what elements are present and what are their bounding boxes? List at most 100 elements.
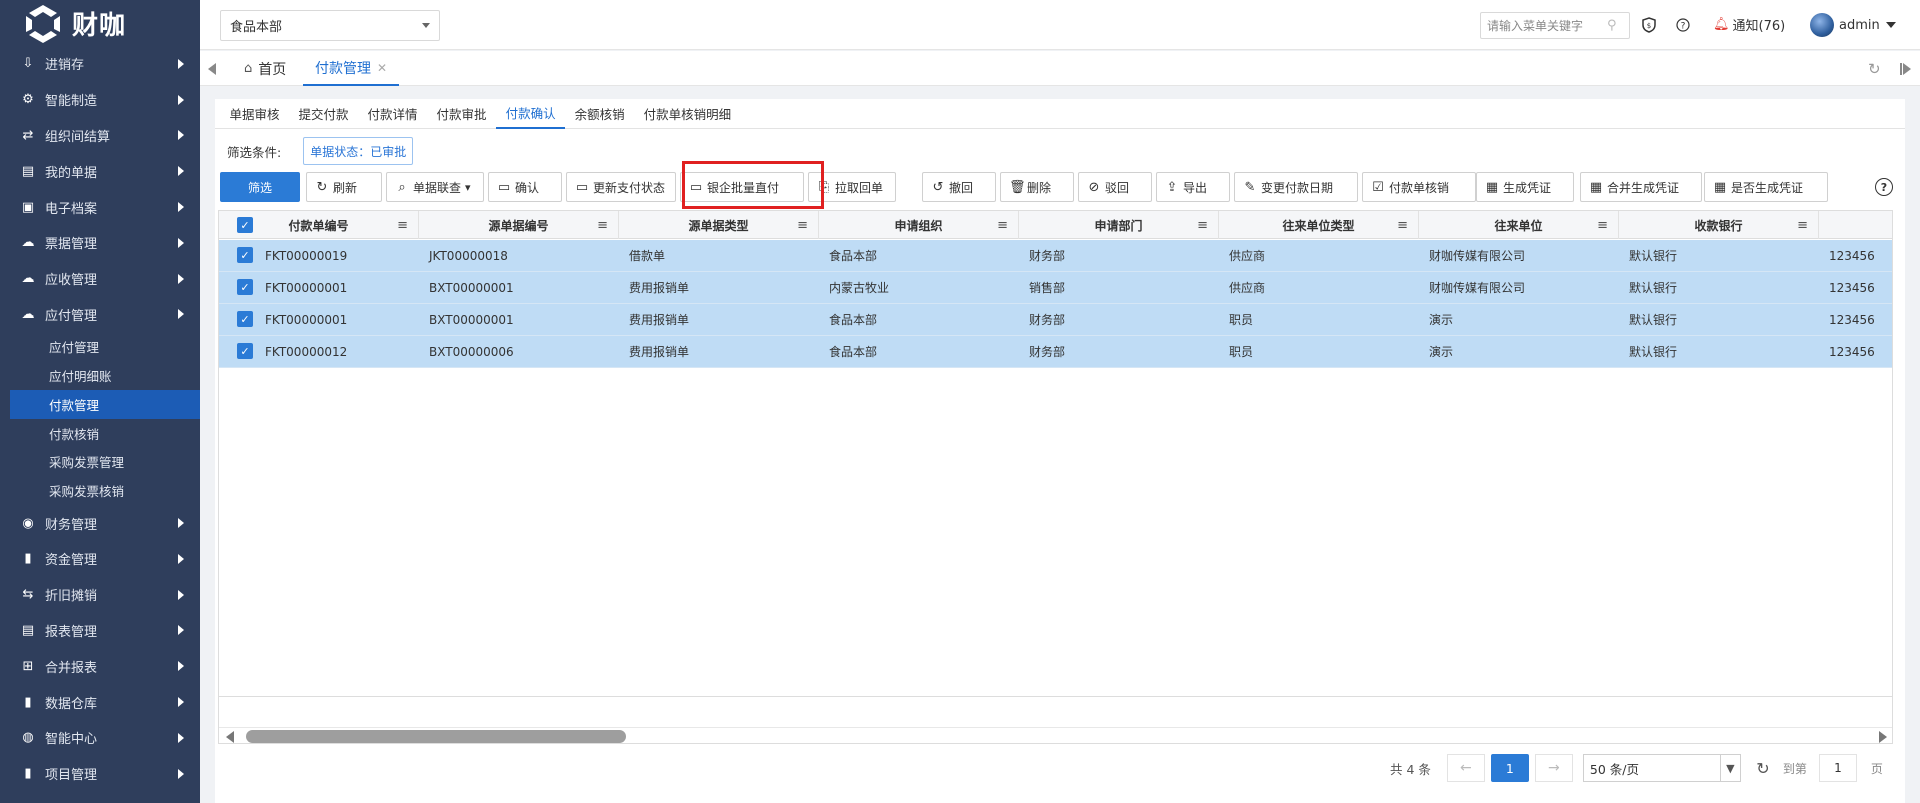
column-header[interactable]: 付款单编号 ≡ bbox=[219, 211, 419, 239]
column-menu-icon[interactable]: ≡ bbox=[597, 218, 608, 233]
bank-batch-pay-button[interactable]: ▭ 银企批量直付 bbox=[680, 172, 804, 202]
sidebar-subitem[interactable]: 付款管理 bbox=[10, 389, 200, 419]
toolbar-button[interactable]: ⌕ 单据联查 ▾ bbox=[386, 172, 484, 202]
column-header[interactable]: 源单据类型 ≡ bbox=[619, 211, 819, 239]
sidebar-item-report[interactable]: ▤ 报表管理 bbox=[0, 613, 200, 649]
table-row[interactable]: ✓ FKT00000012 BXT00000006 费用报销单 食品本部 财务部 职员 演示 默… bbox=[219, 336, 1892, 368]
column-menu-icon[interactable]: ≡ bbox=[397, 218, 408, 233]
column-header[interactable]: 收款银行 ≡ bbox=[1619, 211, 1819, 239]
sidebar-subitem[interactable]: 应付管理 bbox=[0, 332, 200, 361]
tab-home[interactable]: ⌂ 首页 bbox=[232, 51, 298, 86]
tab-scroll-left-icon[interactable] bbox=[208, 63, 216, 75]
refresh-icon[interactable]: ↻ bbox=[1753, 754, 1773, 782]
sidebar-item-finance[interactable]: ◉ 财务管理 bbox=[0, 505, 200, 541]
subtab-0[interactable]: 单据审核 bbox=[220, 99, 289, 129]
column-menu-icon[interactable]: ≡ bbox=[1397, 218, 1408, 233]
column-header[interactable]: 申请组织 ≡ bbox=[819, 211, 1019, 239]
row-checkbox[interactable]: ✓ bbox=[237, 279, 253, 295]
row-checkbox[interactable]: ✓ bbox=[237, 247, 253, 263]
scroll-right-icon[interactable] bbox=[1879, 731, 1887, 743]
horizontal-scrollbar[interactable] bbox=[219, 696, 1892, 743]
search-icon[interactable]: ⚲ bbox=[1607, 18, 1617, 33]
user-menu[interactable]: admin bbox=[1810, 13, 1896, 37]
receivable-icon: ☁ bbox=[21, 271, 35, 287]
next-page-button[interactable]: → bbox=[1534, 754, 1573, 782]
toolbar-button[interactable]: ▦ 生成凭证 bbox=[1476, 172, 1574, 202]
column-menu-icon[interactable]: ≡ bbox=[1597, 218, 1608, 233]
toolbar-button[interactable]: ☑ 付款单核销 bbox=[1362, 172, 1476, 202]
help-icon[interactable]: ? bbox=[1875, 178, 1893, 196]
sidebar-item-manufacturing[interactable]: ⚙ 智能制造 bbox=[0, 82, 200, 118]
org-select[interactable]: 食品本部 bbox=[220, 10, 440, 41]
subtab-6[interactable]: 付款单核销明细 bbox=[634, 99, 741, 129]
column-header[interactable]: 往来单位类型 ≡ bbox=[1219, 211, 1419, 239]
sidebar-item-settlement[interactable]: ⇄ 组织间结算 bbox=[0, 118, 200, 154]
sidebar-subitem[interactable]: 付款核销 bbox=[0, 419, 200, 448]
subtab-3[interactable]: 付款审批 bbox=[427, 99, 496, 129]
menu-search-input[interactable] bbox=[1487, 18, 1607, 33]
sidebar-item-label: 进销存 bbox=[45, 58, 85, 74]
toolbar-button[interactable]: ↺ 撤回 bbox=[922, 172, 996, 202]
subtab-1[interactable]: 提交付款 bbox=[289, 99, 358, 129]
toolbar-button[interactable]: ⎘ 拉取回单 bbox=[808, 172, 896, 202]
row-checkbox[interactable]: ✓ bbox=[237, 311, 253, 327]
subtab-5[interactable]: 余额核销 bbox=[565, 99, 634, 129]
row-checkbox[interactable]: ✓ bbox=[237, 343, 253, 359]
column-menu-icon[interactable]: ≡ bbox=[997, 218, 1008, 233]
subtab-4[interactable]: 付款确认 bbox=[496, 99, 566, 129]
sidebar-subitem[interactable]: 采购发票核销 bbox=[0, 476, 200, 505]
notifications[interactable]: 🔔︎ 通知(76) bbox=[1713, 15, 1785, 34]
toolbar-button[interactable]: ↻ 刷新 bbox=[306, 172, 382, 202]
tab-scroll-right-icon[interactable] bbox=[1903, 63, 1911, 75]
column-header[interactable]: 往来单位 ≡ bbox=[1419, 211, 1619, 239]
toolbar-button[interactable]: ▦ 合并生成凭证 bbox=[1580, 172, 1702, 202]
toolbar-button-label: 刷新 bbox=[333, 180, 358, 195]
help-icon[interactable]: ? bbox=[1674, 16, 1692, 34]
sidebar-item-inventory[interactable]: ⇩ 进销存 bbox=[0, 46, 200, 82]
filter-button[interactable]: 筛选 bbox=[220, 172, 300, 202]
table-row[interactable]: ✓ FKT00000019 JKT00000018 借款单 食品本部 财务部 供应商 财咖传媒… bbox=[219, 240, 1892, 272]
subtab-2[interactable]: 付款详情 bbox=[358, 99, 427, 129]
sidebar-item-payable[interactable]: ☁ 应付管理 bbox=[0, 297, 200, 333]
sidebar-item-label: 合并报表 bbox=[45, 660, 98, 676]
sidebar-item-warehouse[interactable]: ▮ 数据仓库 bbox=[0, 684, 200, 720]
column-header[interactable]: 源单据编号 ≡ bbox=[419, 211, 619, 239]
filter-tag-status[interactable]: 单据状态：已审批 bbox=[303, 137, 414, 165]
toolbar-button[interactable]: ⊘ 驳回 bbox=[1078, 172, 1152, 202]
goto-page-input[interactable]: 1 bbox=[1818, 754, 1857, 782]
sidebar-item-bill[interactable]: ☁ 票据管理 bbox=[0, 225, 200, 261]
tab-payment-management[interactable]: 付款管理 ✕ bbox=[303, 51, 400, 86]
close-icon[interactable]: ✕ bbox=[377, 61, 387, 75]
current-page-button[interactable]: 1 bbox=[1490, 754, 1529, 782]
toolbar-button[interactable]: ▦ 是否生成凭证 bbox=[1704, 172, 1828, 202]
table-cell: 职员 bbox=[1229, 345, 1254, 359]
toolbar-button[interactable]: ▭ 更新支付状态 bbox=[566, 172, 676, 202]
sidebar-item-smart-center[interactable]: ◍ 智能中心 bbox=[0, 720, 200, 756]
toolbar-button[interactable]: ✎ 变更付款日期 bbox=[1234, 172, 1358, 202]
sidebar-item-project[interactable]: ▮ 项目管理 bbox=[0, 756, 200, 792]
column-header[interactable]: 申请部门 ≡ bbox=[1019, 211, 1219, 239]
page-size-select[interactable]: 50 条/页 ▼ bbox=[1582, 754, 1741, 782]
column-menu-icon[interactable]: ≡ bbox=[797, 218, 808, 233]
toolbar-button[interactable]: ⇪ 导出 bbox=[1156, 172, 1230, 202]
sidebar-item-funds[interactable]: ▮ 资金管理 bbox=[0, 541, 200, 577]
refresh-icon[interactable]: ↻ bbox=[1868, 60, 1881, 78]
column-menu-icon[interactable]: ≡ bbox=[1797, 218, 1808, 233]
scroll-thumb[interactable] bbox=[246, 730, 626, 743]
toolbar-button[interactable]: ▭ 确认 bbox=[488, 172, 562, 202]
shield-icon[interactable]: $ bbox=[1640, 16, 1658, 34]
toolbar-button[interactable]: 🗑︎ 删除 bbox=[1000, 172, 1074, 202]
prev-page-button[interactable]: ← bbox=[1446, 754, 1485, 782]
sidebar-item-archive[interactable]: ▣ 电子档案 bbox=[0, 189, 200, 225]
sidebar-item-receivable[interactable]: ☁ 应收管理 bbox=[0, 261, 200, 297]
sidebar-item-merge-report[interactable]: ⊞ 合并报表 bbox=[0, 648, 200, 684]
column-menu-icon[interactable]: ≡ bbox=[1197, 218, 1208, 233]
sidebar-subitem[interactable]: 采购发票管理 bbox=[0, 448, 200, 477]
sidebar-item-documents[interactable]: ▤ 我的单据 bbox=[0, 153, 200, 189]
sidebar-item-depreciation[interactable]: ⇆ 折旧摊销 bbox=[0, 577, 200, 613]
table-row[interactable]: ✓ FKT00000001 BXT00000001 费用报销单 内蒙古牧业 销售部 供应商 财… bbox=[219, 272, 1892, 304]
column-header[interactable]: 收 bbox=[1819, 211, 1892, 239]
table-row[interactable]: ✓ FKT00000001 BXT00000001 费用报销单 食品本部 财务部 职员 演示 默… bbox=[219, 304, 1892, 336]
sidebar-subitem[interactable]: 应付明细账 bbox=[0, 361, 200, 390]
toolbar-button-label: 付款单核销 bbox=[1389, 180, 1450, 195]
